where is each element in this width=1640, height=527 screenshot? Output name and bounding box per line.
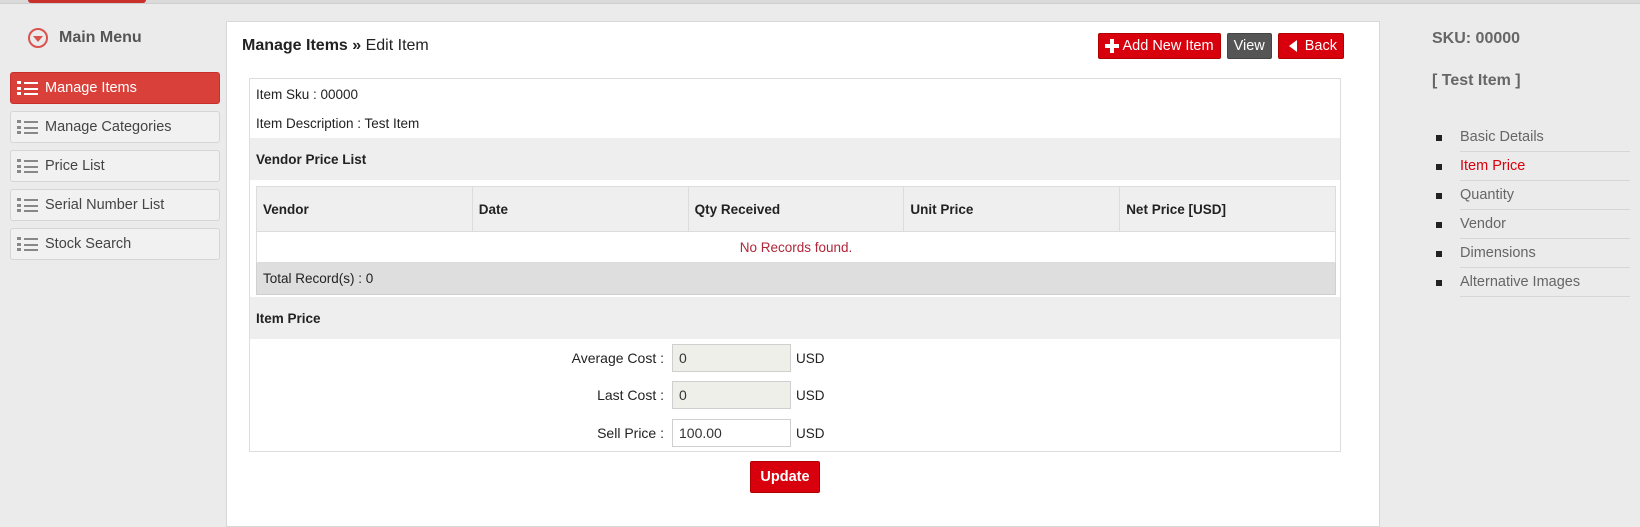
sidebar-item-label: Manage Categories: [45, 119, 172, 135]
bullet-icon: [1436, 279, 1442, 286]
item-price-header: Item Price: [250, 297, 1340, 339]
table-row: No Records found.: [256, 231, 1336, 263]
sell-price-unit: USD: [796, 425, 825, 441]
view-button[interactable]: View: [1226, 33, 1272, 59]
plus-icon: [1104, 39, 1119, 53]
vendor-price-list-header: Vendor Price List: [250, 138, 1340, 180]
bullet-icon: [1436, 134, 1442, 141]
nav-item-dimensions[interactable]: Dimensions: [1432, 239, 1630, 268]
item-sku-line: Item Sku : 00000: [256, 87, 359, 102]
sell-price-label: Sell Price :: [597, 425, 664, 441]
nav-item-item-price[interactable]: Item Price: [1432, 152, 1630, 181]
bullet-icon: [1436, 221, 1442, 228]
average-cost-row: Average Cost : USD: [464, 344, 825, 372]
nav-item-basic-details[interactable]: Basic Details: [1432, 123, 1630, 152]
breadcrumb-section: Manage Items: [242, 37, 348, 54]
sidebar-item-label: Price List: [45, 158, 105, 174]
add-new-item-button[interactable]: Add New Item: [1097, 33, 1221, 59]
total-records: Total Record(s) : 0: [256, 262, 1336, 295]
list-icon: [17, 120, 39, 134]
nav-item-label: Alternative Images: [1460, 268, 1630, 297]
item-section-nav: Basic Details Item Price Quantity Vendor…: [1432, 123, 1630, 297]
sidebar-item-label: Serial Number List: [45, 197, 165, 213]
no-records-message: No Records found.: [256, 231, 1336, 263]
nav-item-label: Quantity: [1460, 181, 1630, 210]
sidebar-item-label: Manage Items: [45, 80, 137, 96]
sell-price-row: Sell Price : USD: [464, 419, 825, 447]
sell-price-field[interactable]: [672, 419, 791, 447]
add-new-item-label: Add New Item: [1122, 38, 1214, 54]
header-actions: Add New Item View Back: [1097, 33, 1344, 59]
column-header-net-price[interactable]: Net Price [USD]: [1119, 186, 1336, 232]
update-button[interactable]: Update: [750, 461, 820, 493]
sidebar-item-manage-items[interactable]: Manage Items: [10, 72, 220, 104]
average-cost-unit: USD: [796, 350, 825, 366]
back-button[interactable]: Back: [1277, 33, 1344, 59]
menu-list: Manage Items Manage Categories Price Lis…: [10, 72, 220, 260]
bullet-icon: [1436, 192, 1442, 199]
nav-item-label: Item Price: [1460, 152, 1630, 181]
arrow-left-icon: [1288, 40, 1297, 52]
sku-heading: SKU: 00000: [1432, 30, 1521, 47]
top-accent: [28, 0, 146, 3]
sidebar-item-stock-search[interactable]: Stock Search: [10, 228, 220, 260]
main-menu-title: Main Menu: [59, 29, 142, 46]
nav-item-label: Basic Details: [1460, 123, 1630, 152]
last-cost-unit: USD: [796, 387, 825, 403]
back-label: Back: [1304, 38, 1337, 54]
nav-item-alternative-images[interactable]: Alternative Images: [1432, 268, 1630, 297]
sidebar: Main Menu Manage Items Manage Categories…: [10, 24, 220, 267]
item-name-heading: [ Test Item ]: [1432, 72, 1521, 89]
list-icon: [17, 237, 39, 251]
last-cost-row: Last Cost : USD: [464, 381, 825, 409]
breadcrumb-page: Edit Item: [365, 37, 429, 54]
main-menu-header[interactable]: Main Menu: [10, 24, 220, 52]
chevron-down-circle-icon: [28, 28, 48, 48]
list-icon: [17, 198, 39, 212]
top-strip: [0, 0, 1640, 4]
average-cost-label: Average Cost :: [571, 350, 664, 366]
sidebar-item-label: Stock Search: [45, 236, 132, 252]
list-icon: [17, 81, 39, 95]
item-description-line: Item Description : Test Item: [256, 116, 420, 131]
table-footer-row: Total Record(s) : 0: [256, 262, 1336, 295]
nav-item-label: Dimensions: [1460, 239, 1630, 268]
column-header-date[interactable]: Date: [471, 186, 689, 232]
sidebar-item-price-list[interactable]: Price List: [10, 150, 220, 182]
item-details-box: Item Sku : 00000 Item Description : Test…: [249, 78, 1341, 452]
nav-item-vendor[interactable]: Vendor: [1432, 210, 1630, 239]
bullet-icon: [1436, 250, 1442, 257]
main-panel: Manage Items » Edit Item Add New Item Vi…: [226, 21, 1380, 527]
column-header-unit-price[interactable]: Unit Price: [903, 186, 1121, 232]
table-header-row: Vendor Date Qty Received Unit Price Net …: [256, 186, 1336, 232]
nav-item-label: Vendor: [1460, 210, 1630, 239]
breadcrumb-separator: »: [347, 37, 366, 54]
average-cost-field[interactable]: [672, 344, 791, 372]
page-title: Manage Items » Edit Item: [242, 37, 429, 55]
last-cost-field[interactable]: [672, 381, 791, 409]
bullet-icon: [1436, 163, 1442, 170]
nav-item-quantity[interactable]: Quantity: [1432, 181, 1630, 210]
vendor-price-table: Vendor Date Qty Received Unit Price Net …: [256, 186, 1336, 295]
view-label: View: [1233, 38, 1265, 54]
last-cost-label: Last Cost :: [597, 387, 664, 403]
sidebar-item-manage-categories[interactable]: Manage Categories: [10, 111, 220, 143]
column-header-qty-received[interactable]: Qty Received: [687, 186, 905, 232]
list-icon: [17, 159, 39, 173]
sidebar-item-serial-number-list[interactable]: Serial Number List: [10, 189, 220, 221]
column-header-vendor[interactable]: Vendor: [256, 186, 473, 232]
